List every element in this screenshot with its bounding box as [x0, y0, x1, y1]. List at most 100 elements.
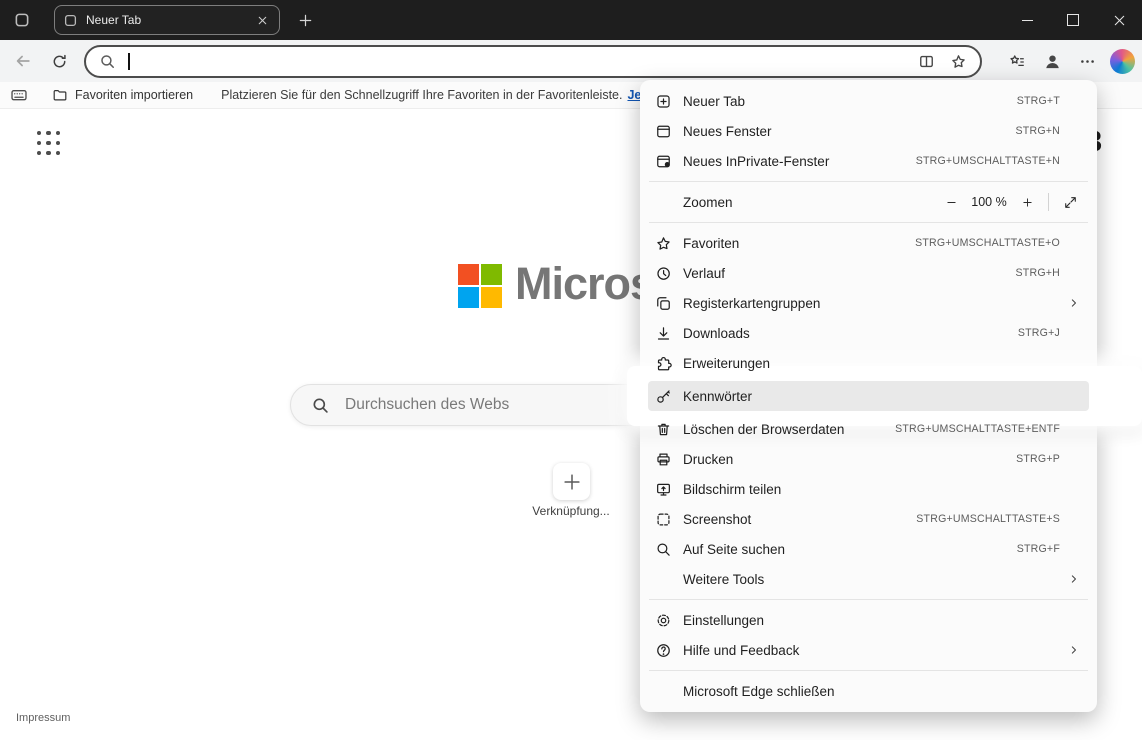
menu-item-favoriten[interactable]: FavoritenSTRG+UMSCHALTTASTE+O	[648, 228, 1089, 258]
menu-item-erweiterungen[interactable]: Erweiterungen	[648, 348, 1089, 378]
menu-item-zoomen[interactable]: Zoomen 100 %	[648, 187, 1089, 217]
close-button[interactable]	[1096, 0, 1142, 40]
logo-square	[481, 287, 502, 308]
menu-item-kennwoerter[interactable]: Kennwörter	[648, 381, 1089, 411]
submenu-chevron-icon	[1065, 296, 1082, 310]
search-placeholder: Durchsuchen des Webs	[345, 396, 509, 414]
zoom-divider	[1048, 193, 1049, 211]
favorites-hub-button[interactable]	[1003, 47, 1031, 75]
print-icon	[655, 451, 672, 468]
import-favorites-button[interactable]: Favoriten importieren	[52, 87, 193, 103]
new-tab-icon	[655, 93, 672, 110]
menu-separator	[649, 222, 1088, 223]
clear-browsing-data-icon	[655, 421, 672, 438]
settings-dots-icon	[1079, 53, 1096, 70]
menu-item-neuer-tab[interactable]: Neuer TabSTRG+T	[648, 86, 1089, 116]
menu-item-label: Zoomen	[683, 195, 939, 210]
logo-square	[458, 287, 479, 308]
zoom-level-value: 100 %	[963, 195, 1015, 209]
minimize-button[interactable]	[1004, 0, 1050, 40]
microsoft-logo-icon	[458, 264, 502, 308]
menu-item-shortcut: STRG+UMSCHALTTASTE+N	[916, 155, 1060, 167]
menu-item-shortcut: STRG+UMSCHALTTASTE+O	[915, 237, 1060, 249]
refresh-button[interactable]	[44, 46, 74, 76]
menu-item-shortcut: STRG+UMSCHALTTASTE+S	[916, 513, 1060, 525]
menu-item-weitere-tools[interactable]: Weitere Tools	[648, 564, 1089, 594]
zoom-in-button[interactable]	[1015, 190, 1039, 214]
toolbar-right	[1003, 44, 1136, 78]
submenu-chevron-icon	[1065, 572, 1082, 586]
settings-menu: Neuer TabSTRG+TNeues FensterSTRG+NNeues …	[640, 80, 1097, 712]
back-icon	[14, 52, 32, 70]
copilot-icon	[1110, 49, 1135, 74]
menu-item-label: Hilfe und Feedback	[683, 643, 1060, 658]
menu-item-screenshot[interactable]: ScreenshotSTRG+UMSCHALTTASTE+S	[648, 504, 1089, 534]
menu-item-label: Downloads	[683, 326, 1018, 341]
find-on-page-icon	[655, 541, 672, 558]
menu-item-label: Erweiterungen	[683, 356, 1060, 371]
submenu-chevron-icon	[1065, 643, 1082, 657]
plus-icon	[562, 472, 582, 492]
menu-item-shortcut: STRG+T	[1017, 95, 1060, 107]
menu-item-bildschirm-teilen[interactable]: Bildschirm teilen	[648, 474, 1089, 504]
tab-close-icon[interactable]	[253, 11, 271, 29]
menu-item-einstellungen[interactable]: Einstellungen	[648, 605, 1089, 635]
copilot-button[interactable]	[1108, 47, 1136, 75]
import-favorites-icon	[52, 87, 68, 103]
menu-item-auf-seite-suchen[interactable]: Auf Seite suchenSTRG+F	[648, 534, 1089, 564]
close-icon	[1112, 13, 1127, 28]
add-favorite-star-icon[interactable]	[950, 53, 967, 70]
menu-item-neues-inprivate-fenster[interactable]: Neues InPrivate-FensterSTRG+UMSCHALTTAST…	[648, 146, 1089, 176]
tab-groups-icon	[655, 295, 672, 312]
no-icon	[655, 571, 672, 588]
no-icon	[655, 683, 672, 700]
menu-item-label: Kennwörter	[683, 389, 1060, 404]
menu-item-label: Auf Seite suchen	[683, 542, 1017, 557]
fullscreen-button[interactable]	[1058, 190, 1082, 214]
profile-avatar-icon	[1043, 52, 1062, 71]
favorites-hub-icon	[1009, 53, 1026, 70]
menu-item-label: Drucken	[683, 452, 1016, 467]
favorites-bar-message: Platzieren Sie für den Schnellzugriff Ih…	[221, 88, 622, 102]
apps-grid-icon[interactable]	[37, 131, 61, 155]
menu-item-registerkartengruppen[interactable]: Registerkartengruppen	[648, 288, 1089, 318]
menu-item-label: Löschen der Browserdaten	[683, 422, 895, 437]
menu-item-neues-fenster[interactable]: Neues FensterSTRG+N	[648, 116, 1089, 146]
address-bar-input[interactable]	[130, 54, 919, 70]
titlebar: Neuer Tab	[0, 0, 1142, 40]
import-favorites-label: Favoriten importieren	[75, 88, 193, 102]
menu-item-verlauf[interactable]: VerlaufSTRG+H	[648, 258, 1089, 288]
keyboard-icon[interactable]	[10, 86, 28, 104]
share-screen-icon	[655, 481, 672, 498]
menu-item-downloads[interactable]: DownloadsSTRG+J	[648, 318, 1089, 348]
menu-item-drucken[interactable]: DruckenSTRG+P	[648, 444, 1089, 474]
logo-square	[481, 264, 502, 285]
tab-neuer-tab[interactable]: Neuer Tab	[54, 5, 280, 35]
impressum-link[interactable]: Impressum	[16, 712, 70, 724]
menu-item-hilfe-und-feedback[interactable]: Hilfe und Feedback	[648, 635, 1089, 665]
profile-button[interactable]	[1038, 47, 1066, 75]
menu-item-label: Screenshot	[683, 512, 916, 527]
back-button[interactable]	[8, 46, 38, 76]
screenshot-icon	[655, 511, 672, 528]
menu-item-label: Registerkartengruppen	[683, 296, 1060, 311]
address-bar[interactable]	[84, 45, 982, 78]
menu-item-label: Favoriten	[683, 236, 915, 251]
settings-menu-button[interactable]	[1073, 47, 1101, 75]
text-caret	[128, 53, 130, 70]
menu-item-microsoft-edge-schliessen[interactable]: Microsoft Edge schließen	[648, 676, 1089, 706]
maximize-button[interactable]	[1050, 0, 1096, 40]
history-icon	[655, 265, 672, 282]
workspaces-icon[interactable]	[10, 8, 34, 32]
menu-item-loeschen-der-browserdaten[interactable]: Löschen der BrowserdatenSTRG+UMSCHALTTAS…	[648, 414, 1089, 444]
add-shortcut-button[interactable]	[553, 463, 590, 500]
menu-separator	[649, 181, 1088, 182]
menu-item-label: Microsoft Edge schließen	[683, 684, 1060, 699]
new-tab-button[interactable]	[293, 8, 317, 32]
split-screen-icon[interactable]	[918, 53, 935, 70]
zoom-out-button[interactable]	[939, 190, 963, 214]
extensions-icon	[655, 355, 672, 372]
search-icon	[99, 53, 116, 70]
window-controls	[1004, 0, 1142, 40]
search-icon	[311, 396, 330, 415]
